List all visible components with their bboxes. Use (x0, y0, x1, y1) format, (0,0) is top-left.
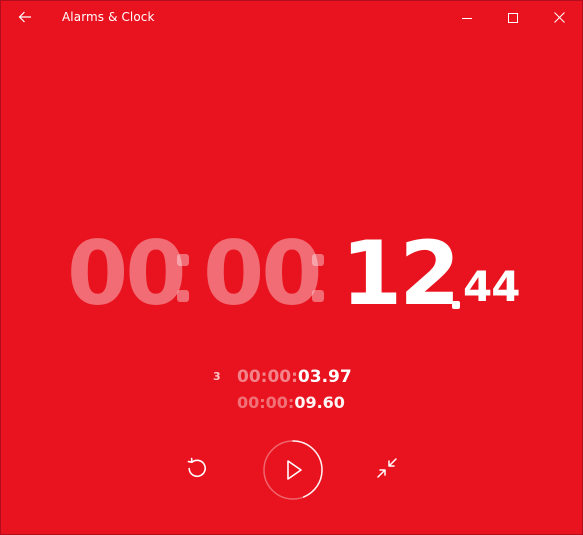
reset-button[interactable] (177, 450, 217, 490)
play-progress-ring (263, 440, 323, 500)
colon-separator (312, 251, 326, 309)
lap-time-value: 03.97 (297, 367, 352, 387)
total-time-prefix: 00:00: (237, 393, 295, 412)
minutes-value: 00 (203, 222, 322, 325)
current-lap-time: 00:00:03.97 (237, 367, 352, 387)
total-time-value: 09.60 (294, 393, 345, 412)
close-button[interactable] (536, 1, 582, 34)
hundredths-value: 44 (463, 262, 520, 311)
total-lap-time: 00:00:09.60 (237, 393, 345, 412)
lap-number: 3 (213, 370, 221, 383)
minimize-button[interactable] (444, 1, 490, 34)
hours-value: 00 (67, 222, 186, 325)
lap-time-prefix: 00:00: (237, 367, 298, 387)
compact-overlay-button[interactable] (367, 450, 407, 490)
arrow-left-icon (18, 8, 32, 27)
close-icon (553, 8, 565, 27)
back-button[interactable] (1, 1, 49, 34)
maximize-icon (508, 8, 518, 27)
decimal-separator (452, 301, 460, 309)
play-icon (287, 460, 302, 480)
minimize-icon (462, 8, 472, 27)
seconds-value: 12 (341, 222, 460, 325)
play-button[interactable] (263, 440, 323, 500)
compact-overlay-icon (376, 457, 398, 483)
maximize-button[interactable] (490, 1, 536, 34)
colon-separator (177, 251, 191, 309)
title-bar: Alarms & Clock (1, 1, 582, 34)
app-window: Alarms & Clock 00 00 12 44 3 00:00:03.97… (0, 0, 583, 535)
reset-icon (186, 457, 208, 483)
app-title: Alarms & Clock (62, 10, 155, 24)
